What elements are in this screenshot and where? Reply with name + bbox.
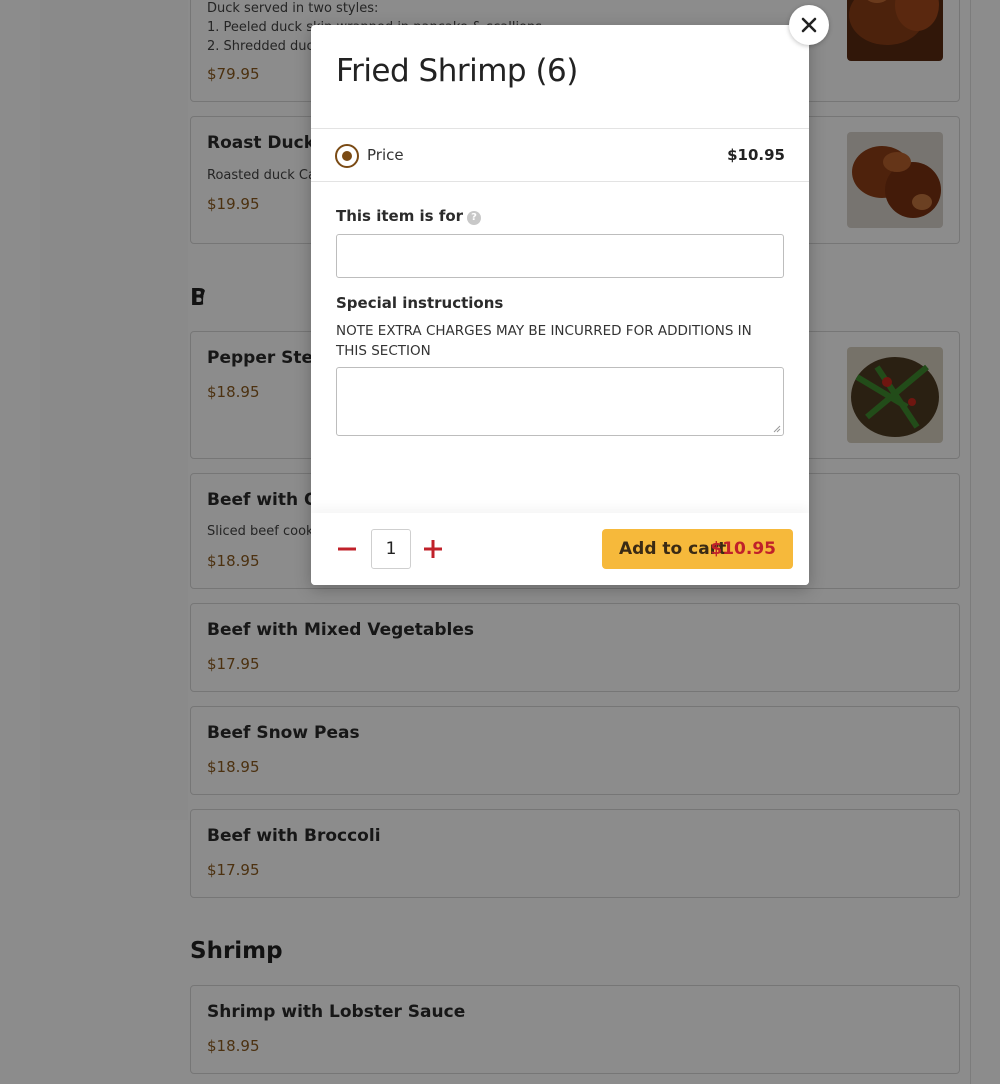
resize-grip-icon[interactable] bbox=[773, 425, 781, 433]
item-options-dialog: Fried Shrimp (6) Price $10.95 This item … bbox=[311, 25, 809, 585]
item-for-label: This item is for? bbox=[336, 207, 482, 225]
price-option-row[interactable]: Price $10.95 bbox=[311, 128, 809, 182]
decrease-quantity-button[interactable] bbox=[333, 535, 361, 563]
special-instructions-label: Special instructions bbox=[336, 294, 504, 312]
special-instructions-note: NOTE EXTRA CHARGES MAY BE INCURRED FOR A… bbox=[336, 323, 752, 359]
dialog-footer: 1 Add to cart $10.95 bbox=[311, 513, 809, 585]
radio-selected-dot bbox=[342, 151, 352, 161]
help-icon[interactable]: ? bbox=[467, 211, 482, 225]
minus-icon bbox=[338, 547, 356, 551]
dialog-title: Fried Shrimp (6) bbox=[336, 53, 578, 89]
price-option-label: Price bbox=[367, 146, 404, 164]
quantity-input[interactable]: 1 bbox=[371, 529, 411, 569]
add-to-cart-button[interactable]: Add to cart $10.95 bbox=[602, 529, 793, 569]
close-icon bbox=[801, 17, 817, 33]
increase-quantity-button[interactable] bbox=[419, 535, 447, 563]
plus-icon bbox=[424, 540, 442, 558]
item-for-label-text: This item is for bbox=[336, 207, 464, 225]
price-option-value: $10.95 bbox=[727, 146, 785, 164]
close-dialog-button[interactable] bbox=[789, 5, 829, 45]
item-for-input[interactable] bbox=[336, 234, 784, 278]
add-to-cart-price: $10.95 bbox=[710, 539, 776, 559]
price-radio-button[interactable] bbox=[335, 144, 359, 168]
special-instructions-textarea[interactable] bbox=[336, 367, 784, 436]
